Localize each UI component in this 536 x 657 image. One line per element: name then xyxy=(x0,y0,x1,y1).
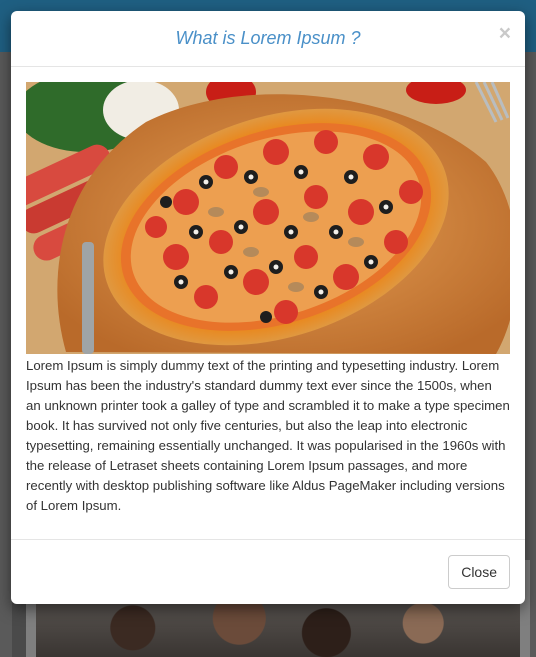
modal-footer: Close xyxy=(11,539,525,605)
close-icon[interactable]: × xyxy=(499,23,511,44)
modal-header: What is Lorem Ipsum ? × xyxy=(11,11,525,67)
close-button[interactable]: Close xyxy=(448,555,510,589)
modal-dialog: What is Lorem Ipsum ? × Lorem Ipsum is s… xyxy=(11,11,525,604)
modal-body-text: Lorem Ipsum is simply dummy text of the … xyxy=(26,358,510,513)
modal-title: What is Lorem Ipsum ? xyxy=(175,28,361,48)
pizza-image xyxy=(26,82,510,354)
modal-body: Lorem Ipsum is simply dummy text of the … xyxy=(26,82,510,516)
